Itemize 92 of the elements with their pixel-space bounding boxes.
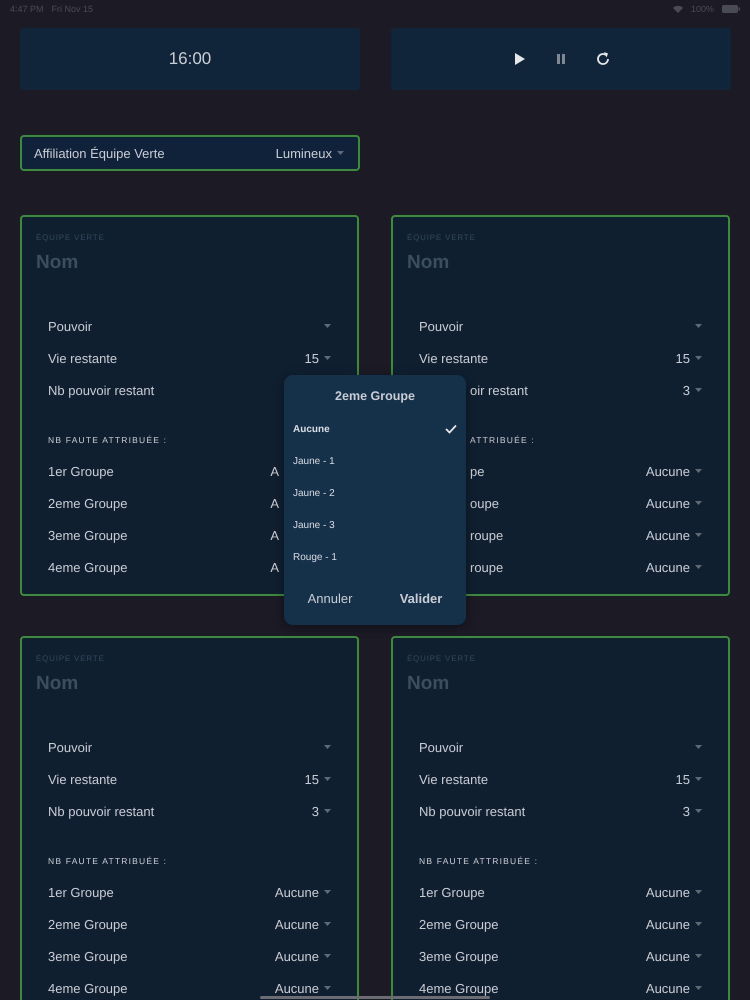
field-value[interactable]: Aucune	[646, 560, 690, 574]
field-label: 2eme Groupe	[48, 496, 128, 510]
field-label: 2eme Groupe	[48, 916, 128, 932]
field-label: Vie restante	[48, 350, 118, 366]
caret-icon	[695, 501, 702, 505]
caret-icon	[695, 890, 702, 894]
field-label: 3eme Groupe	[419, 948, 498, 964]
picker-option[interactable]: Jaune - 1	[284, 445, 466, 477]
caret-icon	[324, 745, 331, 749]
field-value[interactable]: Aucune	[646, 496, 690, 510]
caret-icon	[695, 777, 702, 781]
field-value[interactable]: A	[270, 528, 279, 542]
field-label: roupe	[470, 560, 504, 574]
field-value[interactable]: A	[270, 464, 279, 478]
field-label: oupe	[470, 496, 499, 510]
field-value[interactable]: 15	[676, 350, 690, 366]
check-icon	[445, 424, 457, 434]
field-value[interactable]: Aucune	[646, 528, 690, 542]
field-label: roupe	[470, 528, 504, 542]
caret-icon	[324, 356, 331, 360]
field-value[interactable]: Aucune	[646, 916, 690, 932]
caret-icon	[324, 922, 331, 926]
field-label: 1er Groupe	[48, 884, 114, 900]
caret-icon	[695, 986, 702, 990]
field-value[interactable]: A	[270, 496, 279, 510]
field-label: pe	[470, 464, 484, 478]
section-heading: ATTRIBUÉE :	[470, 435, 535, 445]
caret-icon	[695, 356, 702, 360]
section-heading: NB FAUTE ATTRIBUÉE :	[419, 856, 538, 866]
field-label: Vie restante	[419, 772, 488, 786]
field-value[interactable]: Aucune	[274, 980, 319, 996]
caret-icon	[695, 388, 702, 392]
field-value[interactable]: Aucune	[646, 464, 690, 478]
field-label: Nb pouvoir restant	[48, 804, 154, 818]
field-label: Vie restante	[48, 772, 118, 786]
caret-icon	[324, 954, 331, 958]
field-value[interactable]: Aucune	[646, 980, 690, 996]
section-heading: NB FAUTE ATTRIBUÉE :	[48, 435, 168, 445]
field-label: oir restant	[470, 382, 528, 398]
field-label: 4eme Groupe	[48, 560, 128, 574]
field-label: 1er Groupe	[419, 884, 485, 900]
caret-icon	[695, 469, 702, 473]
field-value[interactable]: Aucune	[274, 916, 319, 932]
caret-icon	[337, 151, 344, 155]
field-value[interactable]: 3	[682, 804, 690, 818]
field-value[interactable]: 3	[682, 382, 690, 398]
caret-icon	[695, 922, 702, 926]
field-label: Pouvoir	[419, 740, 464, 754]
caret-icon	[324, 986, 331, 990]
field-label: 3eme Groupe	[48, 948, 128, 964]
caret-icon	[695, 324, 702, 328]
field-label: 1er Groupe	[48, 464, 114, 478]
field-value[interactable]: Aucune	[274, 884, 319, 900]
confirm-button[interactable]: Valider	[392, 587, 450, 610]
caret-icon	[324, 890, 331, 894]
cancel-button[interactable]: Annuler	[300, 587, 360, 610]
field-label: Vie restante	[419, 350, 488, 366]
field-label: 2eme Groupe	[419, 916, 498, 932]
field-label: Nb pouvoir restant	[48, 382, 154, 398]
field-value[interactable]: Aucune	[646, 948, 690, 964]
battery-icon	[722, 5, 740, 13]
field-value[interactable]: A	[270, 560, 279, 574]
caret-icon	[695, 745, 702, 749]
field-label: 4eme Groupe	[419, 980, 498, 996]
picker-option[interactable]: Rouge - 1	[284, 541, 466, 573]
field-value[interactable]: 3	[312, 804, 319, 818]
picker-title: 2eme Groupe	[334, 389, 416, 405]
caret-icon	[695, 954, 702, 958]
caret-icon	[324, 777, 331, 781]
field-value[interactable]: 15	[676, 772, 690, 786]
picker-option[interactable]: Jaune - 2	[284, 477, 466, 509]
field-label: Pouvoir	[48, 740, 92, 754]
field-label: Pouvoir	[48, 318, 92, 334]
wifi-icon	[672, 5, 683, 13]
field-value[interactable]: 15	[304, 350, 319, 366]
field-label: 3eme Groupe	[48, 528, 128, 542]
affiliation-dropdown[interactable]: Affiliation Équipe Verte Lumineux	[20, 135, 360, 171]
caret-icon	[695, 809, 702, 813]
field-label: Pouvoir	[419, 318, 464, 334]
field-label: Nb pouvoir restant	[419, 804, 526, 818]
timer-display: 16:00	[168, 49, 212, 69]
field-label: 4eme Groupe	[48, 980, 128, 996]
field-value[interactable]: Aucune	[274, 948, 319, 964]
field-value[interactable]: 15	[304, 772, 319, 786]
caret-icon	[695, 565, 702, 569]
field-value[interactable]: Aucune	[646, 884, 690, 900]
picker-option[interactable]: Jaune - 3	[284, 509, 466, 541]
caret-icon	[324, 324, 331, 328]
section-heading: NB FAUTE ATTRIBUÉE :	[48, 856, 168, 866]
caret-icon	[695, 533, 702, 537]
caret-icon	[324, 809, 331, 813]
picker-option[interactable]: Aucune	[284, 413, 466, 445]
